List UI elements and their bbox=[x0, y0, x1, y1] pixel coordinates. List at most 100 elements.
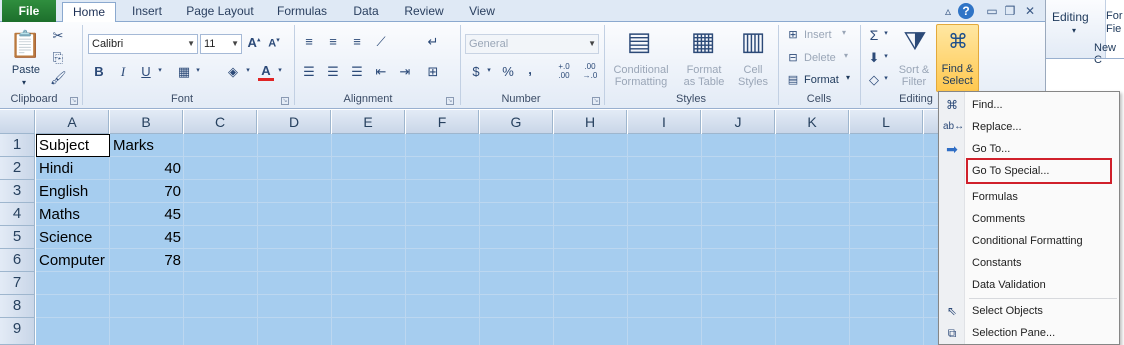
cell-b3[interactable]: 70 bbox=[110, 180, 184, 203]
tab-view[interactable]: View bbox=[458, 2, 506, 22]
row-header-4[interactable]: 4 bbox=[0, 203, 35, 226]
column-header-h[interactable]: H bbox=[554, 110, 627, 134]
minimize-window-icon[interactable]: ▭ bbox=[984, 3, 1000, 19]
help-icon[interactable]: ? bbox=[958, 3, 974, 19]
row-header-6[interactable]: 6 bbox=[0, 249, 35, 272]
cell-b6[interactable]: 78 bbox=[110, 249, 184, 272]
column-header-e[interactable]: E bbox=[332, 110, 405, 134]
column-header-i[interactable]: I bbox=[628, 110, 701, 134]
row-header-2[interactable]: 2 bbox=[0, 157, 35, 180]
menu-item-data-validation[interactable]: Data Validation bbox=[972, 275, 1046, 295]
chevron-down-icon[interactable]: ▾ bbox=[276, 66, 284, 74]
bold-icon[interactable]: B bbox=[92, 64, 106, 79]
column-header-a[interactable]: A bbox=[36, 110, 109, 134]
number-launcher-icon[interactable]: ↘ bbox=[592, 97, 600, 105]
cell-a2[interactable]: Hindi bbox=[36, 157, 110, 180]
chevron-down-icon[interactable]: ▾ bbox=[882, 29, 890, 37]
row-header-9[interactable]: 9 bbox=[0, 318, 35, 345]
row-header-1[interactable]: 1 bbox=[0, 134, 35, 157]
cell-styles-icon[interactable]: ▥ bbox=[738, 26, 768, 57]
tab-review[interactable]: Review bbox=[398, 2, 450, 22]
underline-icon[interactable]: U bbox=[138, 64, 154, 79]
cell-b1[interactable]: Marks bbox=[110, 134, 184, 157]
format-cells-button[interactable]: Format bbox=[804, 74, 839, 86]
decrease-decimal-button[interactable]: .00 →.0 bbox=[578, 62, 602, 80]
sort-filter-button[interactable]: Sort & Filter bbox=[894, 64, 934, 88]
clear-icon[interactable]: ◇ bbox=[866, 72, 882, 88]
grow-font-icon[interactable]: A▴ bbox=[246, 35, 262, 50]
chevron-down-icon[interactable]: ▾ bbox=[156, 66, 164, 74]
copy-icon[interactable]: ⎘ bbox=[50, 50, 66, 66]
menu-item-find[interactable]: Find... bbox=[972, 95, 1003, 115]
tab-insert[interactable]: Insert bbox=[124, 2, 170, 22]
insert-cells-button[interactable]: Insert bbox=[804, 29, 832, 41]
cut-icon[interactable]: ✂ bbox=[50, 28, 66, 44]
cell-a5[interactable]: Science bbox=[36, 226, 110, 249]
format-as-table-icon[interactable]: ▦ bbox=[686, 26, 720, 57]
conditional-formatting-icon[interactable]: ▤ bbox=[622, 26, 656, 57]
cell-a1[interactable]: Subject bbox=[36, 134, 110, 157]
menu-item-replace[interactable]: Replace... bbox=[972, 117, 1022, 137]
tab-data[interactable]: Data bbox=[344, 2, 388, 22]
number-format-combo[interactable]: General ▼ bbox=[465, 34, 599, 54]
paste-dropdown-icon[interactable]: ▾ bbox=[22, 78, 26, 87]
format-as-table-button[interactable]: Format as Table bbox=[676, 64, 732, 88]
align-top-icon[interactable]: ≡ bbox=[300, 34, 318, 49]
increase-indent-icon[interactable]: ⇥ bbox=[396, 64, 414, 80]
find-select-button[interactable]: ⌘ Find & Select bbox=[936, 24, 979, 92]
cell-a3[interactable]: English bbox=[36, 180, 110, 203]
cell-b5[interactable]: 45 bbox=[110, 226, 184, 249]
comma-button[interactable]: , bbox=[524, 62, 536, 77]
close-window-icon[interactable]: ✕ bbox=[1022, 3, 1038, 19]
chevron-down-icon[interactable]: ▾ bbox=[882, 74, 890, 82]
align-right-icon[interactable]: ☰ bbox=[348, 64, 366, 80]
menu-item-goto[interactable]: Go To... bbox=[972, 139, 1010, 159]
chevron-down-icon[interactable]: ▾ bbox=[842, 28, 846, 37]
shrink-font-icon[interactable]: A▾ bbox=[266, 36, 282, 50]
menu-item-comments[interactable]: Comments bbox=[972, 209, 1025, 229]
format-painter-icon[interactable]: 🖌 bbox=[50, 70, 67, 86]
fill-color-icon[interactable]: ◈ bbox=[224, 64, 242, 80]
row-header-5[interactable]: 5 bbox=[0, 226, 35, 249]
align-left-icon[interactable]: ☰ bbox=[300, 64, 318, 80]
menu-item-selection-pane[interactable]: Selection Pane... bbox=[972, 323, 1055, 343]
font-name-combo[interactable]: Calibri ▼ bbox=[88, 34, 198, 54]
chevron-down-icon[interactable]: ▾ bbox=[485, 66, 493, 74]
column-header-c[interactable]: C bbox=[184, 110, 257, 134]
row-header-7[interactable]: 7 bbox=[0, 272, 35, 295]
insert-cells-icon[interactable]: ⊞ bbox=[786, 28, 800, 41]
tab-file[interactable]: File bbox=[2, 0, 56, 22]
cell-a4[interactable]: Maths bbox=[36, 203, 110, 226]
increase-decimal-button[interactable]: +.0 .00 bbox=[552, 62, 576, 80]
wrap-text-icon[interactable]: ↵ bbox=[424, 34, 442, 50]
percent-button[interactable]: % bbox=[500, 64, 516, 79]
column-header-j[interactable]: J bbox=[702, 110, 775, 134]
row-header-8[interactable]: 8 bbox=[0, 295, 35, 318]
selected-cell-range[interactable]: Subject Marks Hindi 40 English 70 Maths … bbox=[36, 134, 940, 345]
column-header-k[interactable]: K bbox=[776, 110, 849, 134]
delete-cells-button[interactable]: Delete bbox=[804, 52, 836, 64]
tab-page-layout[interactable]: Page Layout bbox=[180, 2, 260, 22]
align-center-icon[interactable]: ☰ bbox=[324, 64, 342, 80]
restore-window-icon[interactable]: ❐ bbox=[1002, 3, 1018, 19]
tab-formulas[interactable]: Formulas bbox=[270, 2, 334, 22]
align-bottom-icon[interactable]: ≡ bbox=[348, 34, 366, 49]
cell-a6[interactable]: Computer bbox=[36, 249, 110, 272]
align-middle-icon[interactable]: ≡ bbox=[324, 34, 342, 49]
column-header-l[interactable]: L bbox=[850, 110, 923, 134]
cell-b2[interactable]: 40 bbox=[110, 157, 184, 180]
paste-icon[interactable]: 📋 bbox=[8, 26, 42, 62]
alignment-launcher-icon[interactable]: ↘ bbox=[446, 97, 454, 105]
column-header-g[interactable]: G bbox=[480, 110, 553, 134]
menu-item-conditional-formatting[interactable]: Conditional Formatting bbox=[972, 231, 1083, 251]
font-launcher-icon[interactable]: ↘ bbox=[281, 97, 289, 105]
column-header-b[interactable]: B bbox=[110, 110, 183, 134]
font-size-combo[interactable]: 11 ▼ bbox=[200, 34, 242, 54]
select-all-corner[interactable] bbox=[0, 110, 35, 134]
clipboard-launcher-icon[interactable]: ↘ bbox=[70, 97, 78, 105]
cell-b4[interactable]: 45 bbox=[110, 203, 184, 226]
menu-item-formulas[interactable]: Formulas bbox=[972, 187, 1018, 207]
chevron-down-icon[interactable]: ▾ bbox=[882, 52, 890, 60]
currency-button[interactable]: $ bbox=[470, 64, 482, 79]
chevron-down-icon[interactable]: ▾ bbox=[846, 73, 850, 82]
